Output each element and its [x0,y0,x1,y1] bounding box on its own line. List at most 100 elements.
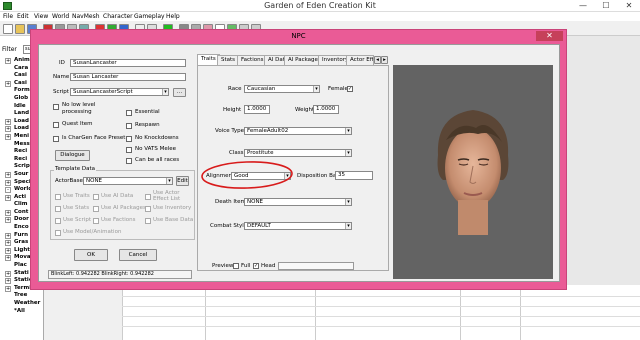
grid-line [520,285,521,340]
expand-icon[interactable]: + [5,126,11,133]
expand-icon[interactable]: + [5,255,11,262]
use-base-data-checkbox[interactable] [145,218,151,224]
height-field[interactable]: 1.0000 [244,105,270,114]
expand-icon[interactable]: + [5,171,11,178]
use-inventory-label: Use Inventory [153,205,192,211]
chargen-preset-checkbox[interactable] [53,136,59,142]
tab-scroll-right-button[interactable]: ▸ [381,56,388,64]
use-script-checkbox[interactable] [55,218,61,224]
expand-icon[interactable]: + [5,179,11,186]
expand-icon[interactable]: + [5,58,11,64]
quest-item-label: Quest Item [62,121,93,127]
use-ai-packages-checkbox[interactable] [93,206,99,212]
tree-item-label: Load [14,117,29,124]
no-knockdowns-checkbox[interactable] [126,136,132,142]
expand-icon[interactable]: + [5,285,11,292]
app-close-button[interactable]: ✕ [618,0,640,11]
id-field[interactable]: SusanLancaster [70,59,186,67]
no-low-level-checkbox[interactable] [53,104,59,110]
tree-item[interactable]: Tree [14,292,104,300]
class-select[interactable]: Prostitute ▾ [244,149,352,157]
open-icon[interactable] [15,24,25,34]
menu-gameplay[interactable]: Gameplay [134,12,165,21]
preview-head-checkbox[interactable]: ✓ [253,263,259,269]
tab-stats[interactable]: Stats [217,55,240,65]
use-ai-data-checkbox[interactable] [93,194,99,200]
expand-icon[interactable]: + [5,232,11,239]
dialogue-button[interactable]: Dialogue [55,150,90,161]
voice-type-select[interactable]: FemaleAdult02 ▾ [244,127,352,135]
tree-item-label: Sour [14,170,29,177]
menu-world[interactable]: World [52,12,69,21]
death-item-value: NONE [247,199,264,205]
use-factions-checkbox[interactable] [93,218,99,224]
quest-item-checkbox[interactable] [53,122,59,128]
actor-base-label: ActorBase [55,178,83,184]
minimize-button[interactable]: — [572,0,594,11]
essential-label: Essential [135,109,160,115]
expand-icon[interactable]: + [5,133,11,140]
name-label: Name [53,74,70,80]
disposition-field[interactable]: 35 [335,171,373,180]
use-stats-label: Use Stats [63,205,90,211]
menu-navmesh[interactable]: NavMesh [72,12,100,21]
tree-item-label: Load [14,125,29,132]
respawn-checkbox[interactable] [126,123,132,129]
collapse-icon[interactable]: - [5,187,11,194]
script-browse-button[interactable]: ... [173,88,186,97]
death-item-select[interactable]: NONE ▾ [244,198,352,206]
tree-item-label: Reci [14,155,28,162]
expand-icon[interactable]: + [5,278,11,285]
expand-icon[interactable]: + [5,209,11,216]
all-races-checkbox[interactable] [126,158,132,164]
menu-help[interactable]: Help [166,12,180,21]
expand-icon[interactable]: + [5,194,11,201]
combat-style-select[interactable]: DEFAULT ▾ [244,222,352,230]
essential-checkbox[interactable] [126,110,132,116]
preview-full-checkbox[interactable] [233,263,239,269]
cancel-button[interactable]: Cancel [119,249,157,261]
maximize-button[interactable]: ☐ [595,0,617,11]
npc-dialog-close-button[interactable]: ✕ [536,31,563,41]
tree-item[interactable]: Weather [14,300,104,308]
tab-actor-effects[interactable]: Actor Effe [346,55,374,65]
new-icon[interactable] [3,24,13,34]
menu-character[interactable]: Character [103,12,133,21]
use-ai-packages-label: Use AI Packages [101,205,146,211]
expand-icon[interactable]: + [5,217,11,224]
expand-icon[interactable]: + [5,270,11,277]
expand-icon[interactable]: + [5,118,11,125]
tab-scroll-left-button[interactable]: ◂ [374,56,381,64]
menu-file[interactable]: File [3,12,13,21]
expand-icon[interactable]: + [5,247,11,254]
weight-field[interactable]: 1.0000 [313,105,339,114]
app-title: Garden of Eden Creation Kit [264,1,376,10]
use-effect-list-checkbox[interactable] [145,194,151,200]
object-list-grid[interactable] [122,285,640,340]
use-traits-checkbox[interactable] [55,194,61,200]
expand-icon[interactable]: + [5,80,11,87]
no-low-level-label: No low level processing [62,102,96,115]
tab-factions[interactable]: Factions [237,55,268,65]
script-select[interactable]: SusanLancasterScript ▾ [70,88,169,96]
tree-item[interactable]: *All [14,308,104,316]
actor-base-select[interactable]: NONE ▾ [83,177,173,185]
ok-button[interactable]: OK [74,249,108,261]
menu-edit[interactable]: Edit [17,12,29,21]
template-edit-button[interactable]: Edit [176,176,189,186]
tree-item-label: Furn [14,231,29,238]
name-field[interactable]: Susan Lancaster [70,73,186,81]
tree-item-label: Casi [14,72,27,79]
use-script-label: Use Script [63,217,91,223]
female-checkbox[interactable]: ✓ [347,86,353,92]
use-stats-checkbox[interactable] [55,206,61,212]
tree-item-label: Mova [14,254,31,261]
expand-icon[interactable]: + [5,240,11,247]
race-select[interactable]: Caucasian ▾ [244,85,320,93]
preview-slider-track[interactable] [278,262,354,270]
use-model-checkbox[interactable] [55,230,61,236]
voice-type-value: FemaleAdult02 [247,128,289,134]
no-vats-melee-checkbox[interactable] [126,147,132,153]
use-inventory-checkbox[interactable] [145,206,151,212]
menu-view[interactable]: View [34,12,48,21]
